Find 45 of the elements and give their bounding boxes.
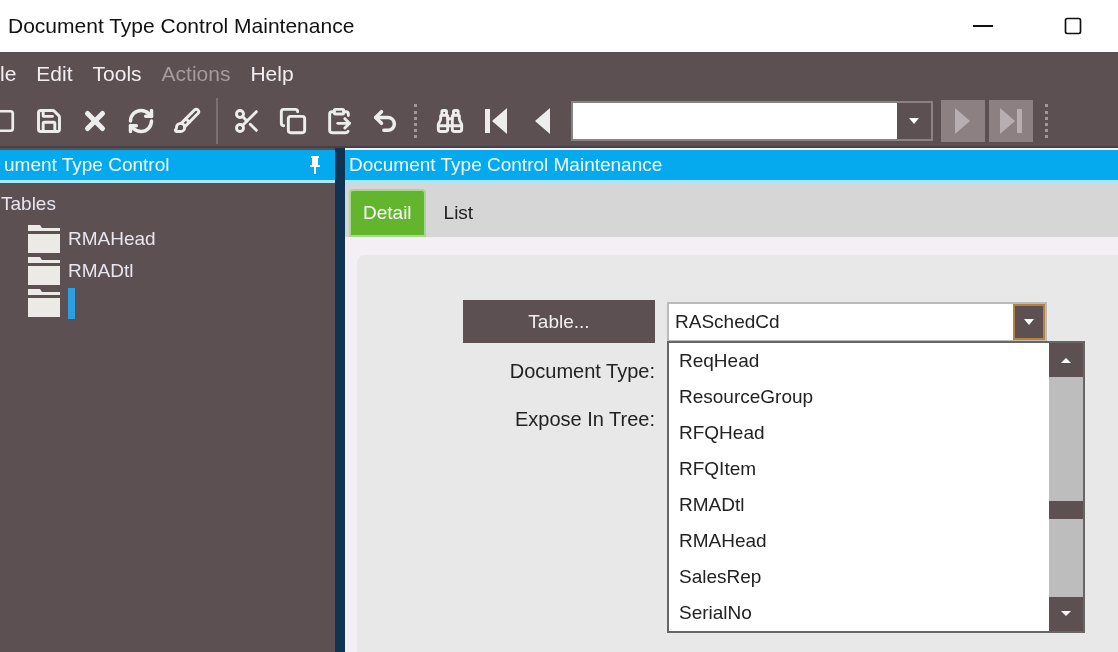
folder-icon (28, 289, 60, 317)
dropdown-option[interactable]: RFQHead (669, 415, 1049, 451)
scrollbar-drawing[interactable] (1049, 343, 1083, 631)
pin-icon[interactable] (309, 156, 321, 174)
caret-icon (1023, 317, 1035, 326)
field-label: Document Type: (509, 359, 655, 384)
menu-item[interactable]: Help (250, 61, 294, 86)
paste-icon (325, 106, 353, 135)
dropdown-button[interactable] (1013, 303, 1045, 340)
menu-item[interactable]: le (0, 61, 17, 86)
record-combo-field[interactable] (571, 100, 933, 141)
binoculars-icon (436, 106, 464, 135)
last-record-icon (998, 105, 1024, 136)
scissors-icon (233, 106, 261, 135)
menu-item[interactable]: Edit (36, 61, 73, 86)
minimize-icon (973, 25, 993, 27)
dropdown-option[interactable]: ResourceGroup (669, 379, 1049, 415)
dropdown-option[interactable]: RMAHead (669, 523, 1049, 559)
menu-item[interactable]: Tools (92, 61, 142, 86)
tab[interactable]: List (431, 189, 486, 237)
field-label: Expose In Tree: (514, 407, 655, 432)
copy-icon (279, 106, 307, 135)
combo-value: RASchedCd (674, 309, 781, 334)
dropdown-button[interactable] (897, 102, 931, 139)
panel-title: ument Type Control (4, 154, 170, 176)
panel-title: Document Type Control Maintenance (349, 154, 663, 176)
caret-icon (908, 116, 920, 125)
save-icon (35, 106, 63, 135)
dropdown-option[interactable]: ReqHead (669, 343, 1049, 379)
brush-icon (173, 106, 201, 135)
dropdown-option[interactable]: RFQItem (669, 451, 1049, 487)
table-combo-field[interactable]: RASchedCd (667, 301, 1047, 342)
maximize-icon (1063, 16, 1083, 36)
window-title: Document Type Control Maintenance (8, 14, 356, 38)
folder-icon (28, 225, 60, 253)
table-button[interactable]: Table... (463, 300, 655, 343)
dropdown-option[interactable]: RMADtl (669, 487, 1049, 523)
dropdown-option[interactable]: SerialNo (669, 595, 1049, 631)
refresh-icon (127, 106, 155, 135)
tree-node[interactable]: RMADtl (68, 260, 134, 282)
tree-node[interactable]: RMAHead (68, 228, 156, 250)
tree-node[interactable]: Tables (1, 193, 56, 223)
folder-icon (28, 257, 60, 285)
first-record-icon (483, 105, 509, 136)
dropdown-option[interactable]: SalesRep (669, 559, 1049, 595)
